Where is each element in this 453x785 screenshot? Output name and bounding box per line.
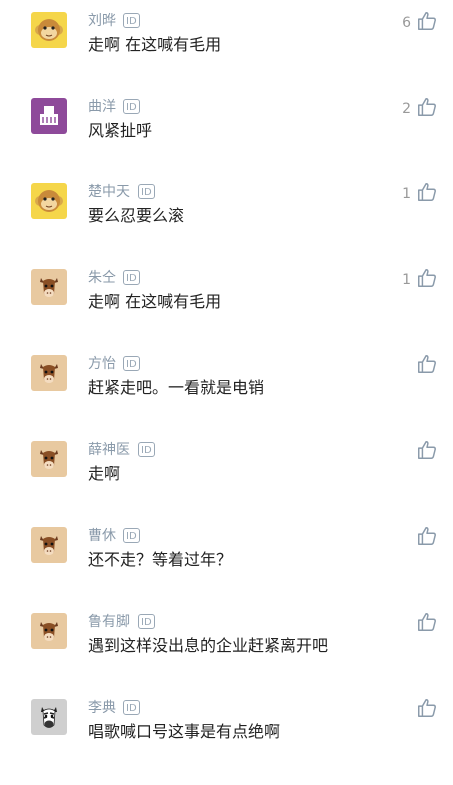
username[interactable]: 薛神医 [88, 441, 130, 459]
username[interactable]: 曹休 [88, 527, 116, 545]
username[interactable]: 李典 [88, 699, 116, 717]
comment-text: 走啊 在这喊有毛用 [88, 292, 222, 311]
monkey-yellow-icon [31, 183, 67, 219]
comment-text: 走啊 在这喊有毛用 [88, 35, 222, 54]
thumbs-up-icon[interactable] [416, 525, 438, 547]
thumbs-up-icon[interactable] [416, 96, 438, 118]
id-badge: ID [123, 356, 140, 371]
thumbs-up-icon[interactable] [416, 181, 438, 203]
comment-item: 李典 ID 唱歌喊口号这事是有点绝啊 [0, 699, 453, 785]
username[interactable]: 朱仝 [88, 269, 116, 287]
comment-item: 朱仝 ID 走啊 在这喊有毛用 1 [0, 269, 453, 355]
horse-tan-icon [31, 269, 67, 305]
id-badge: ID [123, 700, 140, 715]
thumbs-up-icon[interactable] [416, 439, 438, 461]
id-badge: ID [123, 528, 140, 543]
avatar[interactable] [31, 527, 67, 563]
horse-tan-icon [31, 527, 67, 563]
like-count: 2 [402, 101, 411, 117]
thumbs-up-icon[interactable] [416, 611, 438, 633]
comment-item: 曲洋 ID 风紧扯呼 2 [0, 98, 453, 184]
comment-text: 要么忍要么滚 [88, 206, 185, 225]
comment-item: 鲁有脚 ID 遇到这样没出息的企业赶紧离开吧 [0, 613, 453, 699]
thumbs-up-icon[interactable] [416, 267, 438, 289]
comment-item: 曹休 ID 还不走？等着过年？ [0, 527, 453, 613]
avatar[interactable] [31, 613, 67, 649]
zebra-gray-icon [31, 699, 67, 735]
avatar[interactable] [31, 183, 67, 219]
id-badge: ID [138, 184, 155, 199]
horse-tan-icon [31, 441, 67, 477]
horse-tan-icon [31, 355, 67, 391]
comment-item: 方怡 ID 赶紧走吧。一看就是电销 [0, 355, 453, 441]
comment-item: 刘晔 ID 走啊 在这喊有毛用 6 [0, 12, 453, 98]
comment-text: 赶紧走吧。一看就是电销 [88, 378, 265, 397]
username[interactable]: 刘晔 [88, 12, 116, 30]
thumbs-up-icon[interactable] [416, 10, 438, 32]
comment-item: 楚中天 ID 要么忍要么滚 1 [0, 183, 453, 269]
comment-text: 唱歌喊口号这事是有点绝啊 [88, 722, 281, 741]
comment-text: 还不走？等着过年？ [88, 550, 233, 569]
avatar[interactable] [31, 699, 67, 735]
thumbs-up-icon[interactable] [416, 697, 438, 719]
monkey-yellow-icon [31, 12, 67, 48]
username[interactable]: 鲁有脚 [88, 613, 130, 631]
username[interactable]: 楚中天 [88, 183, 130, 201]
avatar[interactable] [31, 355, 67, 391]
id-badge: ID [123, 270, 140, 285]
comment-text: 遇到这样没出息的企业赶紧离开吧 [88, 636, 329, 655]
comment-list: 刘晔 ID 走啊 在这喊有毛用 6 曲洋 ID 风紧扯呼 2 楚中天 ID 要么… [0, 0, 453, 757]
avatar[interactable] [31, 12, 67, 48]
horse-tan-icon [31, 613, 67, 649]
id-badge: ID [123, 99, 140, 114]
thumbs-up-icon[interactable] [416, 353, 438, 375]
avatar[interactable] [31, 441, 67, 477]
like-count: 1 [402, 186, 411, 202]
id-badge: ID [123, 13, 140, 28]
avatar[interactable] [31, 98, 67, 134]
id-badge: ID [138, 614, 155, 629]
username[interactable]: 曲洋 [88, 98, 116, 116]
id-badge: ID [138, 442, 155, 457]
like-count: 6 [402, 15, 411, 31]
comment-text: 风紧扯呼 [88, 121, 153, 140]
purple-box-icon [31, 98, 67, 134]
like-count: 1 [402, 272, 411, 288]
username[interactable]: 方怡 [88, 355, 116, 373]
comment-text: 走啊 [88, 464, 121, 483]
comment-item: 薛神医 ID 走啊 [0, 441, 453, 527]
avatar[interactable] [31, 269, 67, 305]
